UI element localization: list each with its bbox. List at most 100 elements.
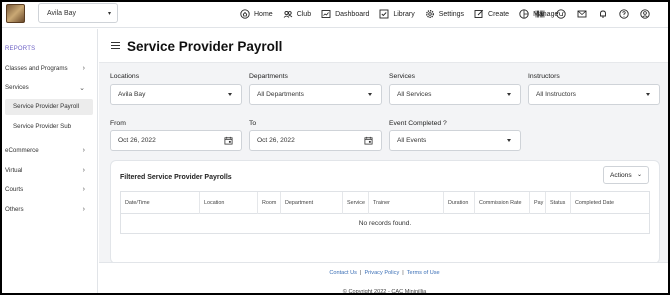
caret-down-icon bbox=[228, 93, 232, 96]
caret-down-icon bbox=[646, 93, 650, 96]
globe-icon[interactable] bbox=[556, 9, 566, 19]
sidebar-subitem-service-provider-payroll[interactable]: Service Provider Payroll bbox=[5, 99, 93, 115]
locations-select[interactable]: Avila Bay bbox=[110, 84, 242, 105]
services-select-value: All Services bbox=[397, 91, 432, 98]
column-duration[interactable]: Duration bbox=[444, 192, 475, 214]
column-status[interactable]: Status bbox=[546, 192, 571, 214]
actions-button[interactable]: Actions ⌄ bbox=[603, 166, 649, 184]
sidebar-item-virtual[interactable]: Virtual › bbox=[5, 167, 93, 174]
to-label: To bbox=[249, 120, 257, 127]
nav-create[interactable]: Create bbox=[474, 9, 509, 19]
nav-library[interactable]: Library bbox=[379, 9, 415, 19]
sidebar-item-services[interactable]: Services ⌄ bbox=[5, 84, 93, 92]
column-completed-date[interactable]: Completed Date bbox=[571, 192, 649, 214]
column-service[interactable]: Service bbox=[343, 192, 369, 214]
sidebar-item-label: Others bbox=[5, 206, 24, 213]
caret-down-icon bbox=[368, 93, 372, 96]
sidebar-item-ecommerce[interactable]: eCommerce › bbox=[5, 147, 93, 154]
event-completed-label: Event Completed ? bbox=[389, 120, 447, 127]
instructors-select[interactable]: All Instructors bbox=[528, 84, 660, 105]
main-nav: Home Club Dashboard Library Settings Cre… bbox=[240, 0, 568, 28]
column-commission-rate[interactable]: Commission Rate bbox=[475, 192, 530, 214]
calendar-icon[interactable] bbox=[224, 136, 233, 145]
sidebar-item-label: Classes and Programs bbox=[5, 65, 68, 72]
sidebar-item-courts[interactable]: Courts › bbox=[5, 186, 93, 193]
locations-label: Locations bbox=[110, 73, 140, 80]
column-department[interactable]: Department bbox=[281, 192, 343, 214]
chevron-right-icon: › bbox=[82, 65, 85, 72]
services-select[interactable]: All Services bbox=[389, 84, 521, 105]
barcode-icon[interactable] bbox=[535, 9, 545, 19]
nav-settings-label: Settings bbox=[438, 10, 465, 18]
locations-select-value: Avila Bay bbox=[118, 91, 146, 98]
chevron-right-icon: › bbox=[82, 186, 85, 193]
home-icon bbox=[240, 9, 250, 19]
help-icon[interactable] bbox=[619, 9, 629, 19]
caret-down-icon bbox=[507, 93, 511, 96]
bell-icon[interactable] bbox=[598, 9, 608, 19]
hamburger-menu-icon[interactable] bbox=[111, 42, 120, 49]
column-pay[interactable]: Pay bbox=[530, 192, 546, 214]
create-icon bbox=[474, 9, 484, 18]
results-title: Filtered Service Provider Payrolls bbox=[120, 174, 232, 181]
sidebar-item-classes-and-programs[interactable]: Classes and Programs › bbox=[5, 65, 93, 72]
nav-club[interactable]: Club bbox=[283, 9, 311, 19]
library-icon bbox=[379, 9, 389, 19]
to-date-value: Oct 26, 2022 bbox=[257, 137, 295, 144]
nav-settings[interactable]: Settings bbox=[425, 9, 464, 19]
column-trainer[interactable]: Trainer bbox=[369, 192, 444, 214]
club-icon bbox=[283, 10, 292, 18]
nav-dashboard-label: Dashboard bbox=[335, 10, 370, 18]
privacy-policy-link[interactable]: Privacy Policy bbox=[364, 270, 399, 276]
from-label: From bbox=[110, 120, 126, 127]
chevron-down-icon: ⌄ bbox=[636, 172, 642, 178]
contact-us-link[interactable]: Contact Us bbox=[329, 270, 357, 276]
to-date-input[interactable]: Oct 26, 2022 bbox=[249, 130, 382, 151]
sidebar-item-others[interactable]: Others › bbox=[5, 206, 93, 213]
sidebar-item-label: Courts bbox=[5, 186, 24, 193]
location-switcher[interactable]: Avila Bay ▾ bbox=[38, 3, 118, 23]
from-date-value: Oct 26, 2022 bbox=[118, 137, 156, 144]
top-bar: Avila Bay ▾ Home Club Dashboard Library … bbox=[0, 0, 670, 28]
mail-icon[interactable] bbox=[577, 9, 587, 19]
page-title: Service Provider Payroll bbox=[127, 39, 283, 54]
page-header: Service Provider Payroll bbox=[99, 29, 670, 63]
caret-down-icon bbox=[507, 139, 511, 142]
departments-select[interactable]: All Departments bbox=[249, 84, 382, 105]
payroll-table: Date/Time Location Room Department Servi… bbox=[120, 191, 650, 234]
sidebar-item-label: Service Provider Sub bbox=[13, 123, 72, 130]
utility-icons bbox=[524, 0, 650, 28]
chevron-right-icon: › bbox=[82, 206, 85, 213]
actions-button-label: Actions bbox=[610, 171, 632, 179]
chevron-right-icon: › bbox=[82, 147, 85, 154]
terms-of-use-link[interactable]: Terms of Use bbox=[407, 270, 440, 276]
results-card: Filtered Service Provider Payrolls Actio… bbox=[110, 160, 660, 264]
column-date-time[interactable]: Date/Time bbox=[121, 192, 200, 214]
departments-label: Departments bbox=[249, 73, 288, 80]
services-label: Services bbox=[389, 73, 416, 80]
column-room[interactable]: Room bbox=[258, 192, 281, 214]
sidebar-subitem-service-provider-sub[interactable]: Service Provider Sub bbox=[5, 119, 93, 135]
sidebar-item-label: Virtual bbox=[5, 167, 23, 174]
nav-library-label: Library bbox=[393, 10, 415, 18]
footer-separator: | bbox=[359, 270, 362, 276]
chevron-down-icon: ▾ bbox=[107, 11, 111, 17]
footer-separator: | bbox=[402, 270, 404, 276]
nav-home-label: Home bbox=[254, 10, 273, 18]
event-completed-select[interactable]: All Events bbox=[389, 130, 521, 151]
instructors-select-value: All Instructors bbox=[536, 91, 576, 98]
departments-select-value: All Departments bbox=[257, 91, 304, 98]
settings-icon bbox=[425, 10, 434, 18]
sidebar: REPORTS Classes and Programs › Services … bbox=[0, 29, 98, 295]
nav-dashboard[interactable]: Dashboard bbox=[321, 9, 369, 19]
club-logo[interactable] bbox=[6, 4, 25, 23]
calendar-icon[interactable] bbox=[364, 136, 373, 145]
from-date-input[interactable]: Oct 26, 2022 bbox=[110, 130, 242, 151]
nav-home[interactable]: Home bbox=[240, 9, 273, 19]
column-location[interactable]: Location bbox=[200, 192, 258, 214]
copyright-text: © Copyright 2022 - CAC Mininillia bbox=[342, 289, 427, 295]
sidebar-item-label: Service Provider Payroll bbox=[13, 103, 80, 110]
user-profile-icon[interactable] bbox=[640, 9, 650, 19]
chevron-right-icon: › bbox=[82, 167, 85, 174]
instructors-label: Instructors bbox=[528, 73, 560, 80]
